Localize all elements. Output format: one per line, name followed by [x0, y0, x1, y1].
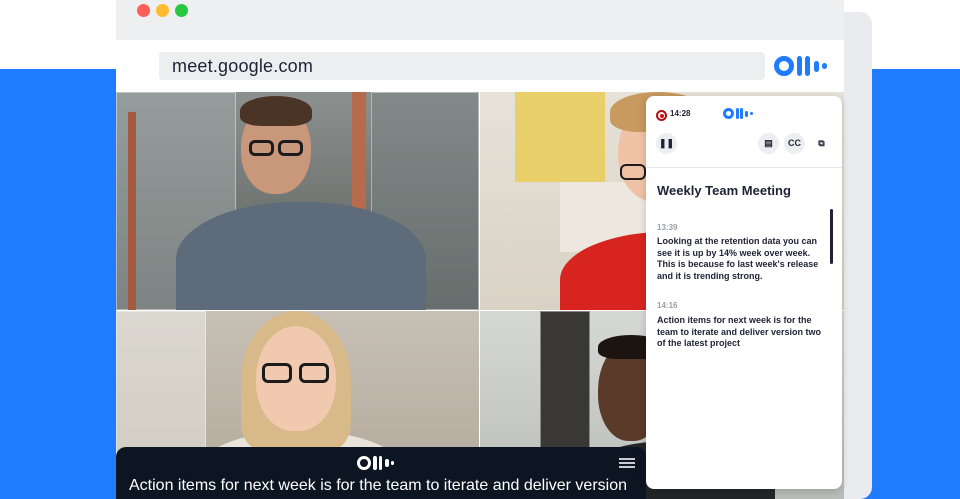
live-caption-text: Action items for next week is for the te… — [129, 477, 628, 494]
pause-button[interactable]: ❚❚ — [656, 133, 677, 154]
transcript-panel: 14:28 ❚❚ ▤ CC ⧉ Weekly Team Meeting 13:3… — [646, 96, 842, 489]
caption-settings-icon[interactable] — [619, 456, 635, 470]
browser-title-bar — [116, 0, 844, 40]
maximize-window-button[interactable] — [175, 4, 188, 17]
participant-hair — [240, 96, 312, 126]
segment-timestamp[interactable]: 13:39 — [657, 223, 677, 232]
otter-logo-icon — [723, 108, 753, 119]
otter-logo-icon — [357, 456, 394, 470]
notes-button[interactable]: ▤ — [758, 133, 779, 154]
closed-captions-icon: CC — [788, 138, 801, 148]
participant-body — [176, 202, 426, 310]
closed-captions-button[interactable]: CC — [784, 133, 805, 154]
meeting-title: Weekly Team Meeting — [657, 183, 791, 198]
glasses-icon — [262, 363, 292, 383]
otter-logo-icon[interactable] — [774, 56, 827, 76]
glasses-icon — [620, 164, 646, 180]
pause-icon: ❚❚ — [658, 138, 675, 148]
url-text: meet.google.com — [172, 56, 314, 76]
video-tile-participant-1[interactable] — [116, 92, 479, 310]
segment-timestamp[interactable]: 14:16 — [657, 301, 677, 310]
transcript-segment[interactable]: Looking at the retention data you can se… — [657, 236, 829, 282]
minimize-window-button[interactable] — [156, 4, 169, 17]
transcript-segment[interactable]: Action items for next week is for the te… — [657, 315, 829, 350]
live-caption-bar: Action items for next week is for the te… — [116, 447, 646, 499]
record-icon — [656, 110, 667, 121]
glasses-icon — [278, 140, 303, 156]
recording-timer: 14:28 — [670, 109, 691, 118]
open-external-button[interactable]: ⧉ — [811, 133, 832, 154]
office-pillar — [128, 112, 136, 310]
notes-icon: ▤ — [764, 138, 773, 148]
active-segment-indicator — [830, 209, 833, 264]
bookshelf — [515, 92, 605, 182]
address-bar[interactable]: meet.google.com — [159, 52, 765, 80]
divider — [646, 167, 842, 168]
glasses-icon — [249, 140, 274, 156]
close-window-button[interactable] — [137, 4, 150, 17]
glasses-icon — [299, 363, 329, 383]
open-external-icon: ⧉ — [818, 138, 825, 148]
